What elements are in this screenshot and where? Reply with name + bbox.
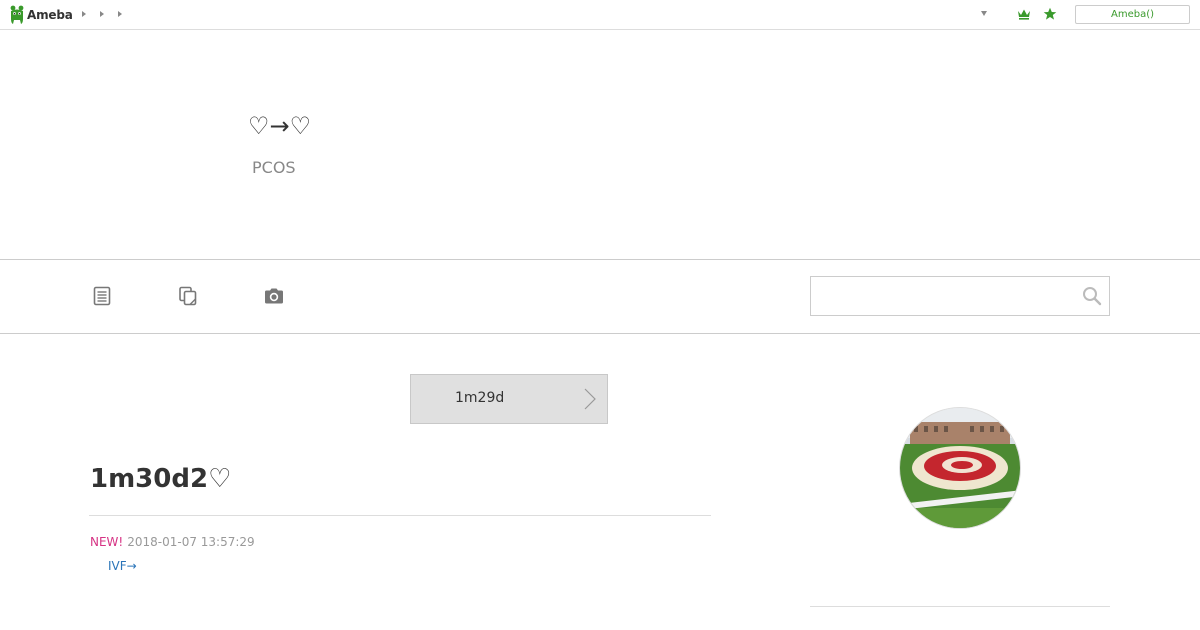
blog-title[interactable]: ♡→♡: [248, 112, 311, 140]
article-theme-link[interactable]: IVF→: [108, 559, 137, 573]
ameba-logo-icon: [10, 5, 24, 24]
pager-label: 1m29d: [455, 390, 505, 406]
theme-list-icon[interactable]: [177, 285, 199, 307]
article-date: 2018-01-07 13:57:29: [127, 535, 255, 549]
article-meta: NEW! 2018-01-07 13:57:29: [90, 535, 255, 549]
entries-list-icon[interactable]: [91, 285, 113, 307]
account-button[interactable]: Ameba(): [1075, 5, 1190, 24]
article-title[interactable]: 1m30d2♡: [90, 464, 231, 494]
camera-icon[interactable]: [263, 285, 285, 307]
chevron-right-icon: [584, 388, 596, 410]
blog-nav-band: [0, 259, 1200, 334]
top-nav-links: [82, 11, 122, 17]
top-nav-link-3[interactable]: [118, 11, 122, 17]
search-icon[interactable]: [1082, 286, 1102, 306]
crown-icon[interactable]: [1017, 8, 1031, 20]
sidebar-divider: [810, 606, 1110, 607]
search-input[interactable]: [811, 277, 1071, 315]
top-nav-link-2[interactable]: [100, 11, 104, 17]
ameba-logo-link[interactable]: Ameba: [9, 5, 73, 25]
profile-photo: [900, 408, 1020, 528]
profile-avatar[interactable]: [899, 407, 1021, 529]
search-box: [810, 276, 1110, 316]
dropdown-icon[interactable]: [981, 11, 987, 16]
star-icon[interactable]: [1043, 7, 1057, 21]
top-nav-link-1[interactable]: [82, 11, 86, 17]
article-divider: [89, 515, 711, 516]
new-badge: NEW!: [90, 535, 124, 549]
previous-entry-button[interactable]: 1m29d: [410, 374, 608, 424]
top-bar: Ameba Ameba(): [0, 0, 1200, 30]
ameba-logo-text: Ameba: [27, 8, 73, 22]
blog-description: PCOS: [252, 158, 296, 177]
